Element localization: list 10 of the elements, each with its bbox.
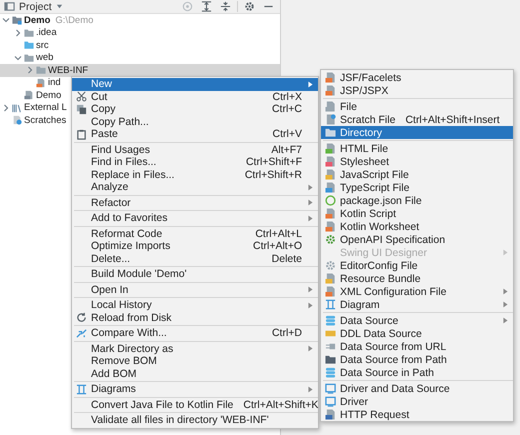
- tree-item-label: Demo: [36, 90, 62, 101]
- tree-item-label: External L: [24, 102, 67, 114]
- tree-item-label: src: [36, 40, 49, 51]
- tree-item-label: WEB-INF: [48, 64, 88, 76]
- tree-item-label: ind: [48, 77, 61, 88]
- tree-item-label: .idea: [36, 27, 57, 38]
- tree-item-label: Demo: [24, 14, 50, 26]
- tree-item-label: web: [36, 52, 54, 64]
- path-label: G:\Demo: [55, 14, 94, 26]
- tree-item-label: Scratches: [24, 114, 66, 126]
